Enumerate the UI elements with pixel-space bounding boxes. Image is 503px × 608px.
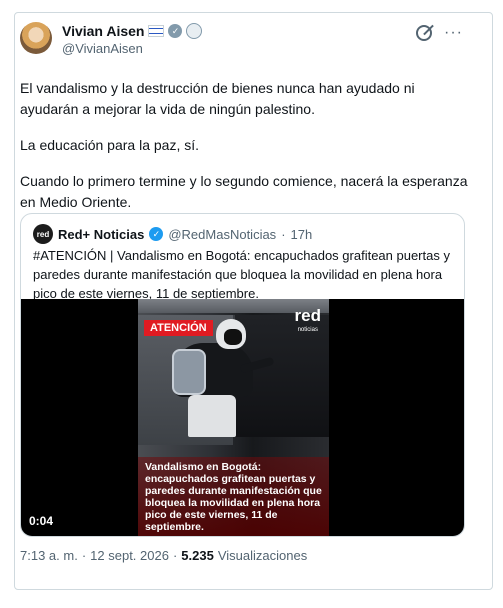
author-name-row: Vivian Aisen ✓: [62, 23, 203, 39]
atencion-badge: ATENCIÓN: [144, 320, 213, 336]
separator-dot: ·: [281, 226, 286, 242]
separator-dot: ·: [81, 548, 87, 563]
brand-logo: red noticias: [295, 307, 321, 337]
quoted-text: #ATENCIÓN | Vandalismo en Bogotá: encapu…: [33, 248, 450, 301]
video-person: [168, 319, 275, 444]
quoted-tweet-header: red Red+ Noticias ✓ @RedMasNoticias · 17…: [33, 224, 312, 244]
tweet-text: El vandalismo y la destrucción de bienes…: [20, 78, 475, 228]
quoted-author-handle[interactable]: @RedMasNoticias: [168, 227, 276, 242]
video-duration: 0:04: [29, 514, 54, 528]
quoted-tweet[interactable]: red Red+ Noticias ✓ @RedMasNoticias · 17…: [20, 213, 465, 537]
avatar[interactable]: [20, 22, 52, 54]
person-pants: [188, 395, 236, 437]
quoted-time[interactable]: 17h: [291, 227, 313, 242]
brand-sub: noticias: [297, 327, 318, 333]
author-name[interactable]: Vivian Aisen: [62, 23, 144, 39]
separator-dot: ·: [172, 548, 178, 563]
verified-badge-icon: ✓: [149, 227, 164, 241]
tweet-paragraph: Cuando lo primero termine y lo segundo c…: [20, 173, 468, 210]
tweet-time[interactable]: 7:13 a. m.: [20, 548, 78, 563]
tweet-meta: 7:13 a. m. · 12 sept. 2026 · 5.235 Visua…: [20, 548, 307, 563]
tweet-date[interactable]: 12 sept. 2026: [90, 548, 169, 563]
gray-check-badge-icon[interactable]: ✓: [168, 24, 183, 38]
views-label: Visualizaciones: [217, 548, 308, 563]
grok-icon[interactable]: [416, 25, 433, 41]
author-handle[interactable]: @VivianAisen: [62, 41, 143, 56]
person-face: [224, 329, 242, 345]
video-player[interactable]: ATENCIÓN red noticias Vandalismo en Bogo…: [21, 299, 464, 536]
tweet-paragraph: El vandalismo y la destrucción de bienes…: [20, 80, 415, 117]
israel-flag-icon: [148, 25, 165, 37]
video-frame: ATENCIÓN red noticias Vandalismo en Bogo…: [138, 299, 329, 536]
person-backpack: [172, 349, 206, 395]
quoted-author-name[interactable]: Red+ Noticias: [58, 227, 144, 242]
affiliate-badge-icon[interactable]: [186, 23, 203, 39]
tweet-header: Vivian Aisen ✓ @VivianAisen ···: [20, 22, 463, 68]
views-count[interactable]: 5.235: [181, 548, 214, 563]
header-actions: ···: [416, 25, 463, 41]
more-icon[interactable]: ···: [444, 25, 463, 41]
quoted-avatar: red: [33, 224, 53, 244]
video-caption: Vandalismo en Bogotá: encapuchados grafi…: [138, 457, 329, 536]
tweet-paragraph: La educación para la paz, sí.: [20, 137, 200, 153]
